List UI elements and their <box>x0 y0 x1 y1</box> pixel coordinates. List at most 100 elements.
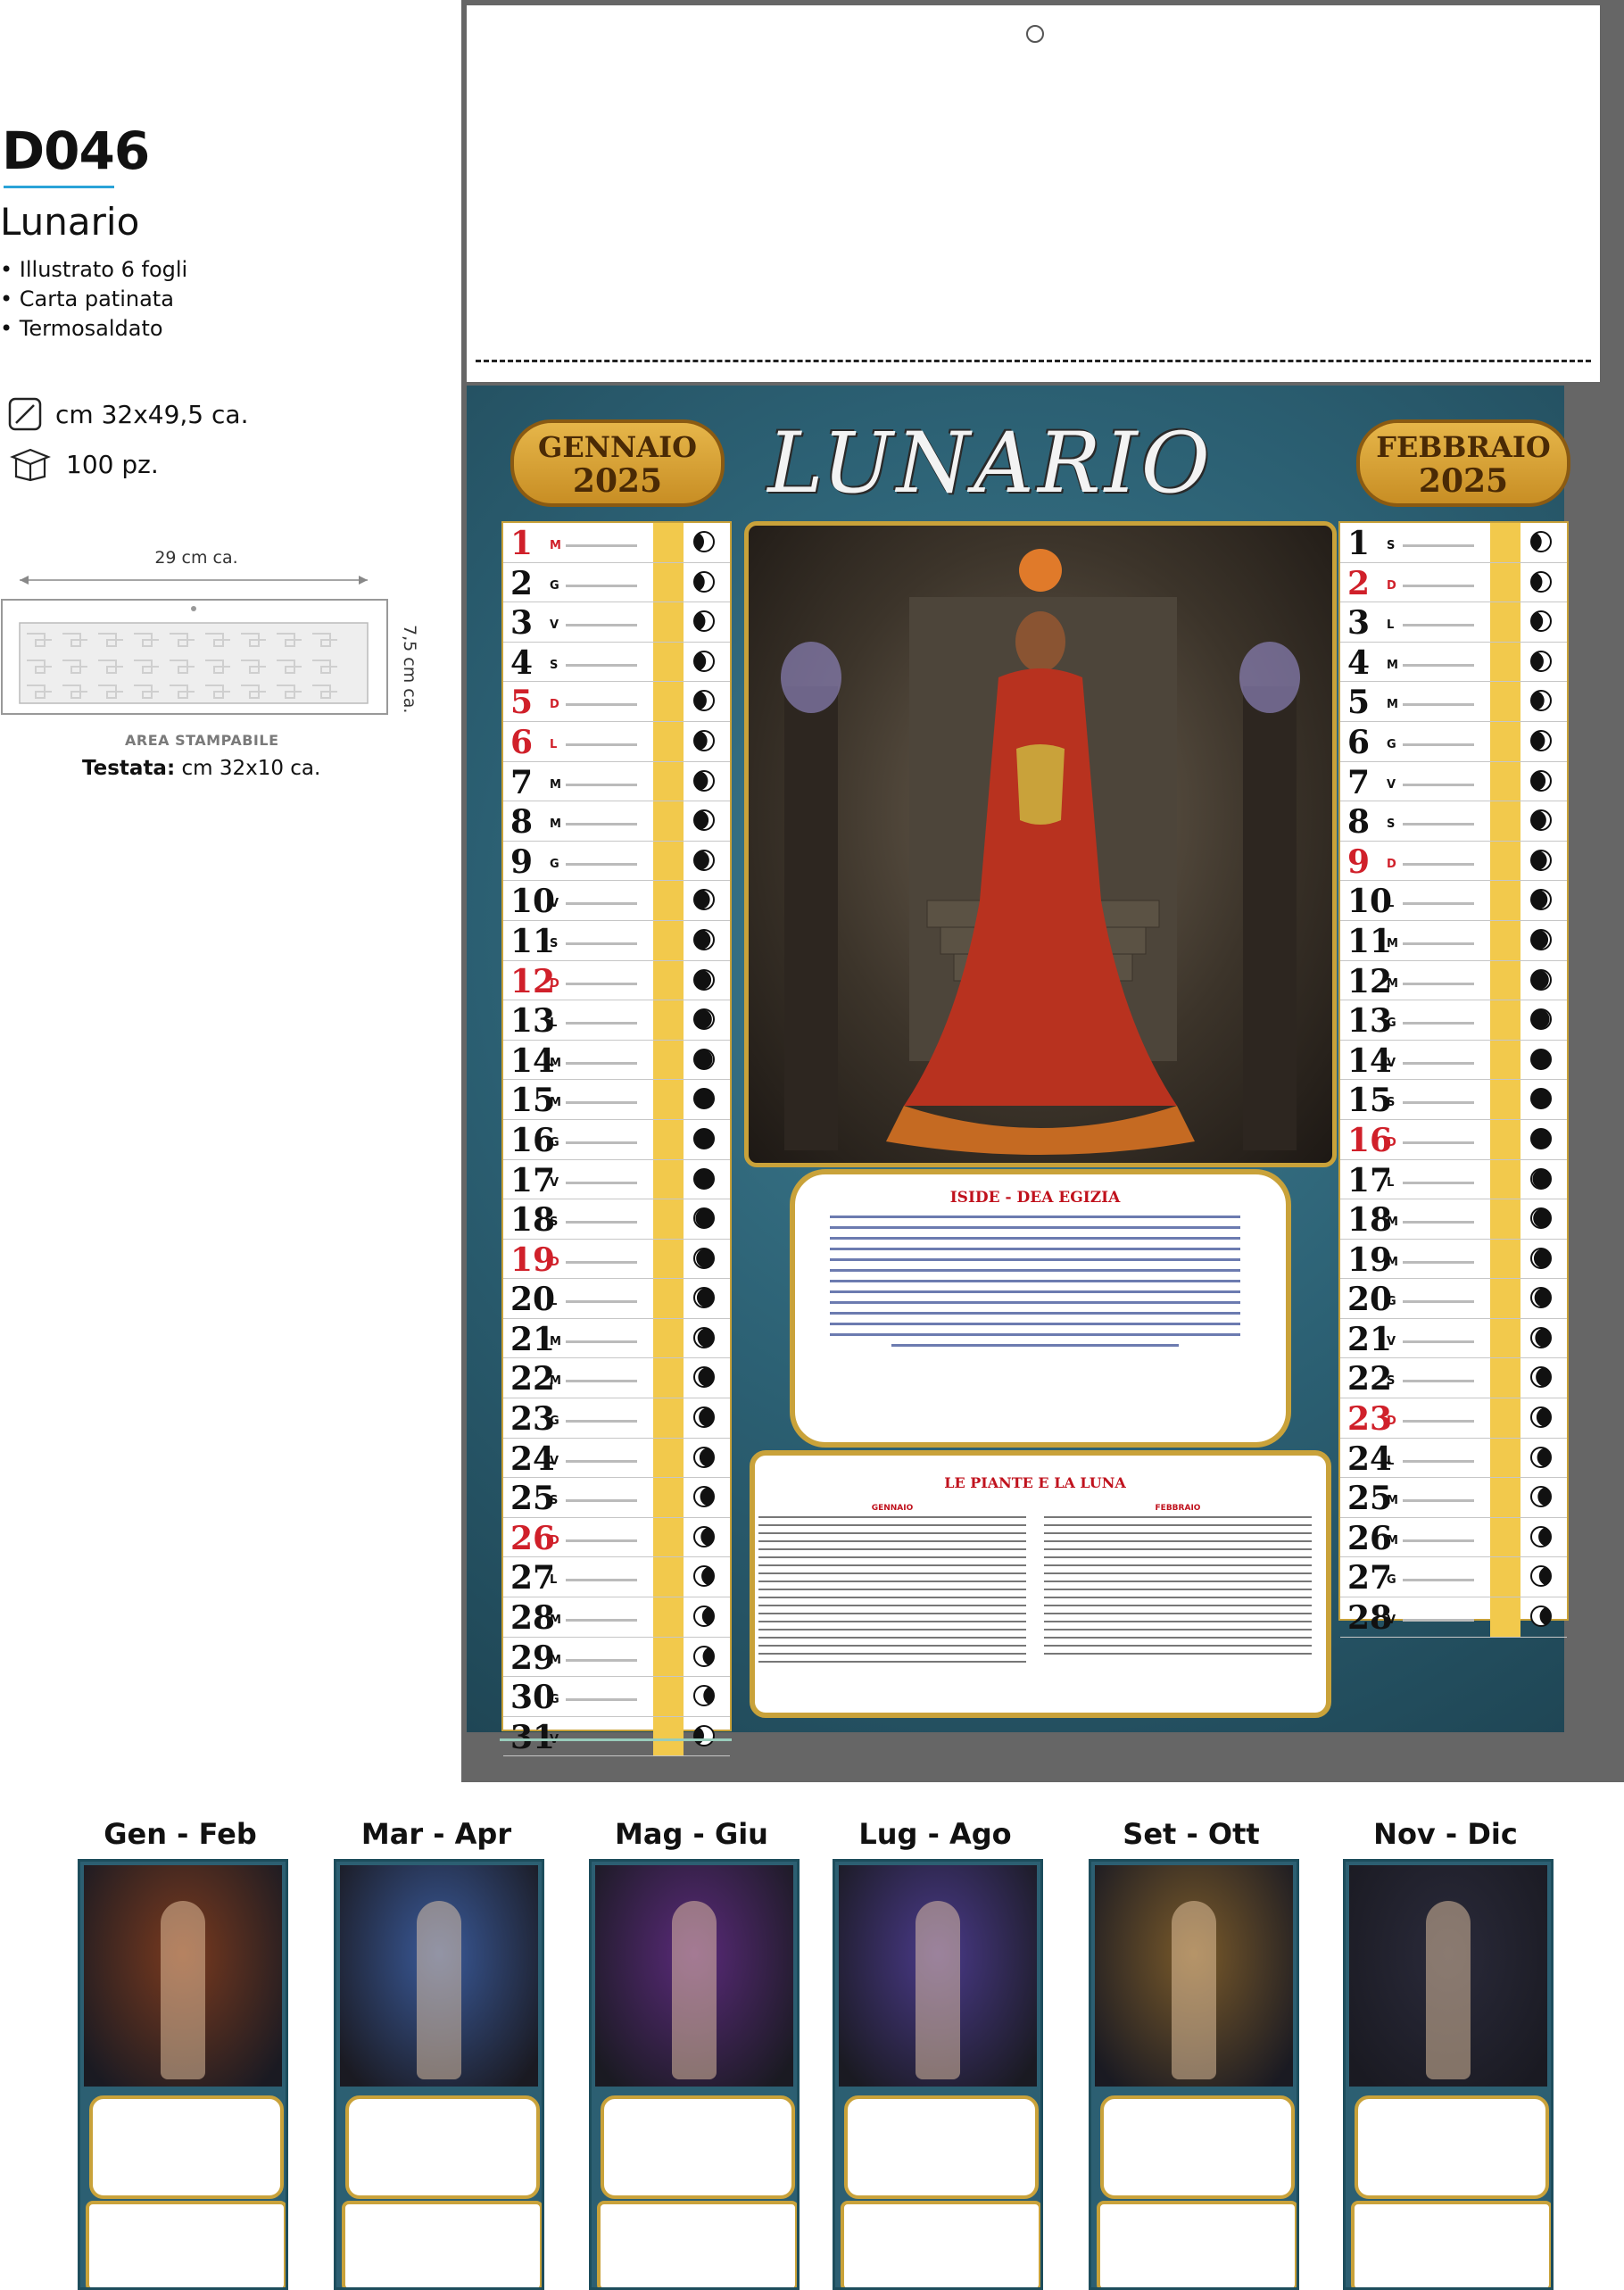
moon-phase-cell <box>692 928 716 951</box>
moon-phase-cell <box>692 729 716 752</box>
day-number: 10 <box>510 883 556 921</box>
moon-phase-icon <box>693 968 715 991</box>
feature-list: • Illustrato 6 fogli • Carta patinata • … <box>0 255 187 344</box>
moon-phase-cell <box>1529 1564 1553 1588</box>
figure-silhouette <box>1172 1901 1216 2079</box>
day-row: 18 S <box>503 1199 730 1240</box>
day-row: 16 D <box>1340 1119 1567 1160</box>
moon-phase-cell <box>692 1564 716 1588</box>
moon-phase-icon <box>693 809 715 832</box>
day-row: 21 V <box>1340 1318 1567 1359</box>
weekday-letter: M <box>1387 1216 1398 1230</box>
saint-name-line <box>1403 1340 1474 1343</box>
saint-name-line <box>566 1141 637 1144</box>
day-number: 16 <box>510 1121 556 1159</box>
day-row: 5D <box>503 682 730 722</box>
day-number: 29 <box>510 1639 556 1677</box>
day-row: 23 G <box>503 1398 730 1439</box>
thumbnail-sheet[interactable] <box>589 1859 800 2290</box>
day-number: 26 <box>510 1519 556 1557</box>
moon-phase-icon <box>1530 650 1552 672</box>
thumbnail-sheet[interactable] <box>334 1859 544 2290</box>
moon-phase-cell <box>692 849 716 872</box>
weekday-letter: D <box>550 1533 559 1547</box>
sun-times-cell <box>653 602 684 642</box>
moon-phase-cell <box>1529 1365 1553 1389</box>
day-number: 9 <box>1347 842 1371 881</box>
thumbnail-sheet[interactable] <box>78 1859 288 2290</box>
thumbnail-sheet[interactable] <box>1343 1859 1554 2290</box>
weekday-letter: G <box>1387 737 1396 751</box>
month-year: 2025 <box>572 462 663 500</box>
moon-phase-icon <box>693 1127 715 1149</box>
weekday-letter: L <box>1387 618 1395 633</box>
day-number: 4 <box>1347 643 1371 682</box>
day-row: 21 M <box>503 1318 730 1359</box>
sun-times-cell <box>1490 1517 1520 1557</box>
sun-times-cell <box>1490 1557 1520 1597</box>
day-row: 10 L <box>1340 881 1567 921</box>
day-row: 29 M <box>503 1637 730 1678</box>
saint-name-line <box>1403 1380 1474 1383</box>
saint-name-line <box>566 584 637 587</box>
weekday-letter: D <box>550 698 559 712</box>
weekday-letter: M <box>1387 1533 1398 1547</box>
thumbnail-sheet[interactable] <box>1089 1859 1299 2290</box>
calendar-title-text: LUNARIO <box>767 415 1214 512</box>
day-row: 19 M <box>1340 1239 1567 1280</box>
day-number: 10 <box>1347 883 1393 921</box>
month-plate-january: GENNAIO 2025 <box>510 419 725 507</box>
saint-name-line <box>566 783 637 786</box>
moon-phase-cell <box>1529 809 1553 832</box>
saint-name-line <box>566 1061 637 1065</box>
day-row: 17 V <box>503 1159 730 1200</box>
saint-name-line <box>566 1698 637 1702</box>
saint-name-line <box>566 1022 637 1025</box>
day-number: 2 <box>510 564 534 602</box>
moon-phase-cell <box>692 530 716 553</box>
saint-name-line <box>1403 942 1474 945</box>
day-number: 13 <box>1347 1002 1393 1041</box>
day-row: 24 L <box>1340 1438 1567 1479</box>
moon-phase-cell <box>1529 729 1553 752</box>
weekday-letter: D <box>1387 578 1396 593</box>
moon-phase-icon <box>1530 809 1552 832</box>
day-number: 26 <box>1347 1519 1393 1557</box>
day-row: 9G <box>503 841 730 882</box>
day-row: 31V <box>503 1716 730 1757</box>
moon-phase-icon <box>1530 610 1552 633</box>
day-number: 22 <box>510 1360 556 1398</box>
day-row: 14 M <box>503 1040 730 1081</box>
weekday-letter: G <box>1387 1573 1396 1588</box>
sun-times-cell <box>653 682 684 721</box>
moon-phase-cell <box>1529 1207 1553 1230</box>
day-number: 24 <box>510 1440 556 1478</box>
day-number: 4 <box>510 643 534 682</box>
figure-silhouette <box>417 1901 461 2079</box>
day-row: 20 L <box>503 1279 730 1319</box>
moon-phase-icon <box>693 1207 715 1230</box>
saint-name-line <box>566 1221 637 1224</box>
sun-times-cell <box>653 1716 684 1756</box>
saint-name-line <box>566 624 637 627</box>
weekday-letter: D <box>550 976 559 991</box>
thumbnail-sheet[interactable] <box>833 1859 1043 2290</box>
day-number: 18 <box>1347 1201 1393 1240</box>
day-row: 26 M <box>1340 1517 1567 1558</box>
height-dimension-label: 7,5 cm ca. <box>400 625 419 714</box>
day-number: 18 <box>510 1201 556 1240</box>
sun-times-cell <box>1490 642 1520 682</box>
moon-phase-icon <box>1530 1287 1552 1309</box>
thumbnail-illustration <box>1349 1865 1547 2087</box>
saint-name-line <box>1403 1260 1474 1264</box>
moon-phase-cell <box>692 689 716 712</box>
sun-times-cell <box>1490 1000 1520 1040</box>
header-size-value: cm 32x10 ca. <box>181 757 321 780</box>
moon-phase-icon <box>693 1167 715 1190</box>
feature-item: • Termosaldato <box>0 316 163 341</box>
moon-phase-icon <box>693 769 715 792</box>
weekday-letter: S <box>550 936 559 950</box>
moon-phase-icon <box>1530 1326 1552 1348</box>
product-code: D046 <box>2 120 150 181</box>
sun-times-cell <box>1490 1318 1520 1358</box>
